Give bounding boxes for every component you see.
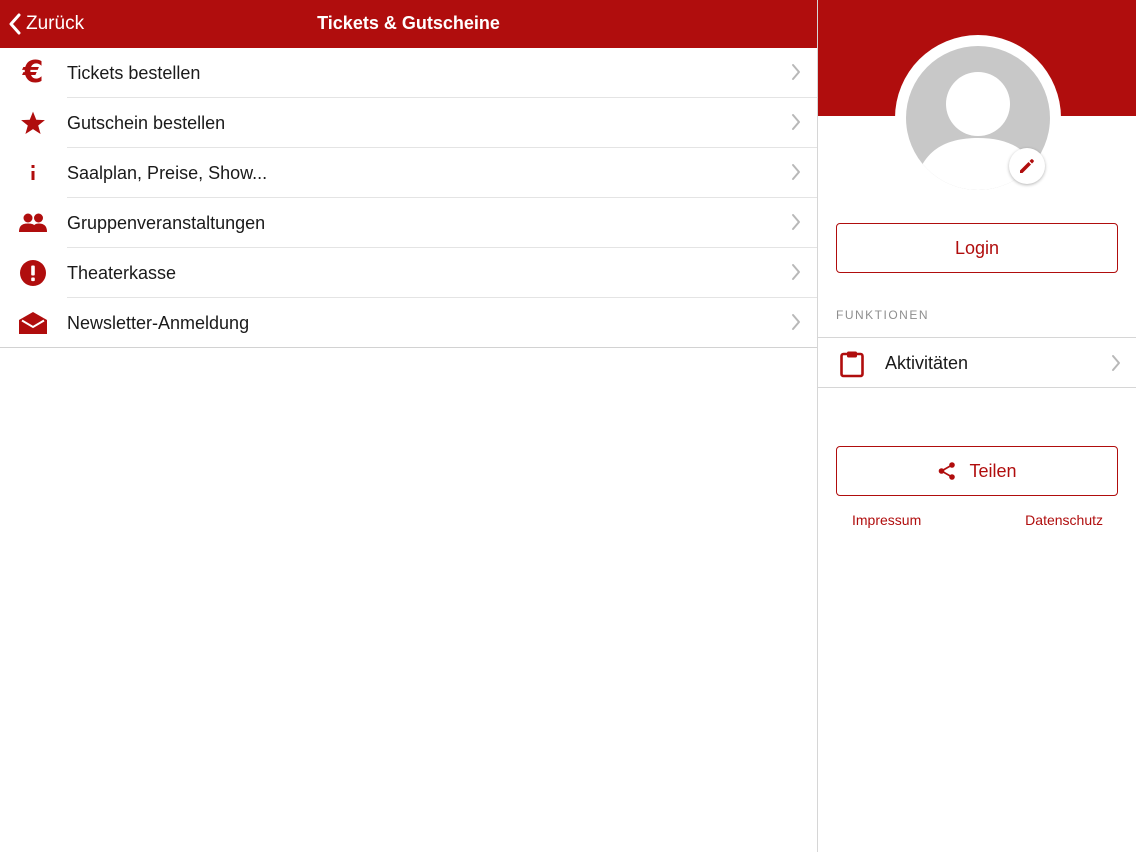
menu-item-label: Theaterkasse — [67, 263, 177, 283]
navigation-bar: Zurück Tickets & Gutscheine — [0, 0, 817, 48]
chevron-right-icon — [792, 214, 800, 230]
menu-item-label: Gutschein bestellen — [67, 113, 226, 133]
impressum-link[interactable]: Impressum — [852, 512, 921, 528]
share-button[interactable]: Teilen — [836, 446, 1118, 496]
euro-icon: € — [22, 55, 44, 90]
menu-item-label: Newsletter-Anmeldung — [67, 313, 250, 333]
group-icon — [17, 208, 49, 238]
chevron-right-icon — [792, 114, 800, 130]
star-icon — [17, 108, 49, 138]
privacy-link[interactable]: Datenschutz — [1025, 512, 1103, 528]
chevron-right-icon — [792, 264, 800, 280]
alert-icon — [17, 258, 49, 288]
chevron-right-icon — [792, 164, 800, 180]
menu-item-newsletter[interactable]: Newsletter-Anmeldung — [0, 298, 817, 348]
menu-item-seating-plan[interactable]: Saalplan, Preise, Show... — [0, 148, 817, 198]
share-button-label: Teilen — [969, 460, 1017, 481]
pencil-icon — [1020, 159, 1034, 173]
page-title: Tickets & Gutscheine — [317, 13, 500, 33]
main-panel: Zurück Tickets & Gutscheine € Tickets be… — [0, 0, 817, 852]
chevron-right-icon — [1112, 355, 1120, 371]
menu-item-label: Gruppenveranstaltungen — [67, 213, 266, 233]
menu-list: € Tickets bestellen Gutschein bestellen — [0, 48, 817, 348]
edit-avatar-button[interactable] — [1009, 148, 1045, 184]
function-item-label: Aktivitäten — [885, 353, 969, 373]
share-icon — [939, 462, 956, 480]
menu-item-tickets[interactable]: € Tickets bestellen — [0, 48, 817, 98]
login-button[interactable]: Login — [836, 223, 1118, 273]
menu-item-label: Saalplan, Preise, Show... — [67, 163, 268, 183]
chevron-right-icon — [792, 64, 800, 80]
info-icon — [17, 158, 49, 188]
envelope-icon — [17, 308, 49, 338]
chevron-right-icon — [792, 314, 800, 330]
profile-panel: Login FUNKTIONEN Aktivitäten Teilen Impr… — [817, 0, 1136, 852]
menu-item-box-office[interactable]: Theaterkasse — [0, 248, 817, 298]
menu-item-voucher[interactable]: Gutschein bestellen — [0, 98, 817, 148]
menu-item-label: Tickets bestellen — [67, 63, 201, 83]
function-item-activities[interactable]: Aktivitäten — [818, 337, 1136, 388]
menu-item-group-events[interactable]: Gruppenveranstaltungen — [0, 198, 817, 248]
functions-section-label: FUNKTIONEN — [836, 308, 929, 322]
clipboard-icon — [840, 351, 864, 378]
separator — [0, 347, 817, 348]
